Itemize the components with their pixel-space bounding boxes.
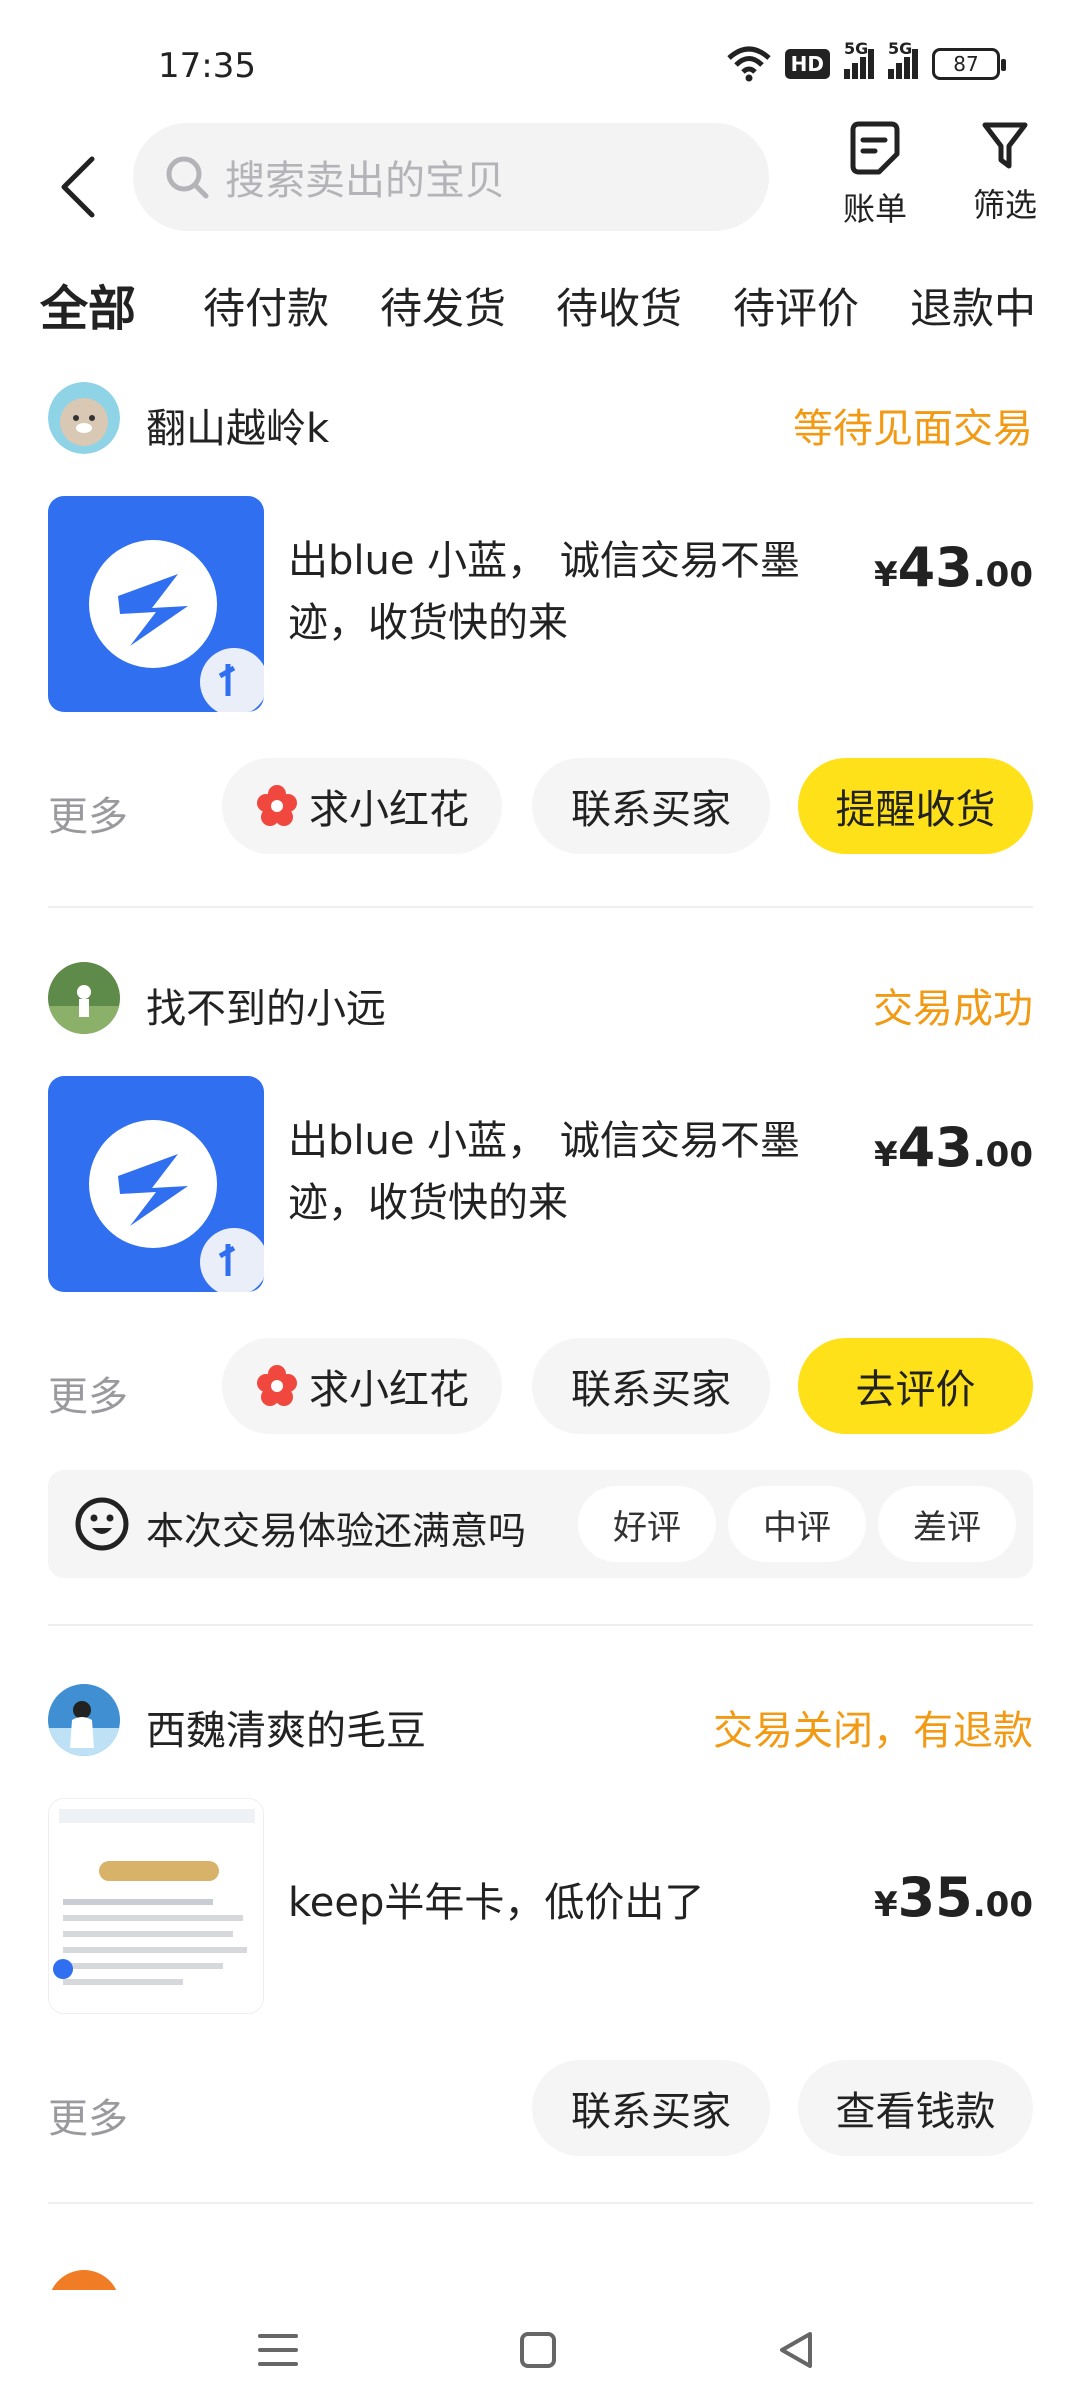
recent-apps-button[interactable]	[238, 2310, 318, 2390]
buyer-name[interactable]: 翻山越岭k	[146, 396, 329, 454]
bill-button[interactable]: 账单	[820, 120, 930, 240]
order-status: 交易关闭，有退款	[713, 1708, 1033, 1754]
battery-icon: 87	[932, 48, 1006, 80]
buyer-name[interactable]: 西魏清爽的毛豆	[146, 1698, 426, 1756]
status-time: 17:35	[158, 46, 256, 86]
order-status: 等待见面交易	[793, 406, 1033, 452]
back-button[interactable]	[48, 142, 108, 232]
divider	[48, 2202, 1033, 2204]
flower-icon	[255, 784, 299, 828]
system-nav-bar	[0, 2290, 1080, 2400]
order-actions: 更多 联系买家 查看钱款	[48, 2060, 1033, 2160]
rating-question: 本次交易体验还满意吗	[146, 1509, 527, 1553]
bill-icon	[850, 121, 900, 175]
filter-icon	[982, 122, 1028, 169]
item-price: ¥43.00	[873, 1116, 1033, 1179]
item-image[interactable]	[48, 1076, 264, 1292]
more-button[interactable]: 更多	[48, 1364, 128, 1422]
order-actions: 更多 求小红花 联系买家 提醒收货	[48, 758, 1033, 858]
bill-label: 账单	[842, 190, 907, 228]
filter-label: 筛选	[972, 186, 1037, 224]
flower-icon	[255, 1364, 299, 1408]
search-icon	[166, 156, 209, 199]
remind-receipt-button[interactable]: 提醒收货	[798, 758, 1033, 854]
header: 搜索卖出的宝贝 账单 筛选	[0, 120, 1080, 250]
item-price: ¥43.00	[873, 536, 1033, 599]
write-review-button[interactable]: 去评价	[798, 1338, 1033, 1434]
ask-flower-button[interactable]: 求小红花	[222, 1338, 502, 1434]
signal-2-icon: 5G	[888, 39, 918, 79]
item-price: ¥35.00	[873, 1866, 1033, 1929]
rate-good-button[interactable]: 好评	[578, 1486, 716, 1562]
avatar[interactable]	[48, 382, 120, 454]
item-image[interactable]	[48, 496, 264, 712]
contact-buyer-button[interactable]: 联系买家	[532, 2060, 770, 2156]
item-image[interactable]	[48, 1798, 264, 2014]
menu-icon	[258, 2334, 298, 2366]
order-actions: 更多 求小红花 联系买家 去评价	[48, 1338, 1033, 1438]
rating-prompt: 本次交易体验还满意吗 好评 中评 差评	[48, 1470, 1033, 1578]
view-payment-button[interactable]: 查看钱款	[798, 2060, 1033, 2156]
order-status: 交易成功	[873, 986, 1033, 1032]
divider	[48, 906, 1033, 908]
rate-bad-button[interactable]: 差评	[878, 1486, 1016, 1562]
tab-pending-shipment[interactable]: 待发货	[380, 275, 506, 336]
avatar[interactable]	[48, 962, 120, 1034]
rate-mid-button[interactable]: 中评	[728, 1486, 866, 1562]
hd-badge: HD	[784, 49, 830, 79]
ask-flower-button[interactable]: 求小红花	[222, 758, 502, 854]
search-input[interactable]: 搜索卖出的宝贝	[133, 123, 769, 231]
order-header: 西魏清爽的毛豆 交易关闭，有退款	[48, 1680, 1033, 1760]
avatar[interactable]	[48, 1684, 120, 1756]
tab-refunding[interactable]: 退款中	[910, 275, 1036, 336]
more-button[interactable]: 更多	[48, 784, 128, 842]
item-title[interactable]: 出blue 小蓝， 诚信交易不墨迹，收货快的来	[288, 530, 848, 654]
item-title[interactable]: 出blue 小蓝， 诚信交易不墨迹，收货快的来	[288, 1110, 848, 1234]
contact-buyer-button[interactable]: 联系买家	[532, 1338, 770, 1434]
divider	[48, 1624, 1033, 1626]
order-header: 找不到的小远 交易成功	[48, 958, 1033, 1038]
home-button[interactable]	[498, 2310, 578, 2390]
back-icon	[61, 156, 95, 218]
search-placeholder: 搜索卖出的宝贝	[225, 158, 505, 204]
tab-pending-review[interactable]: 待评价	[733, 275, 859, 336]
wifi-icon	[726, 46, 771, 82]
tab-pending-payment[interactable]: 待付款	[203, 275, 329, 336]
order-header: 翻山越岭k 等待见面交易	[48, 378, 1033, 458]
smile-face-icon	[74, 1496, 130, 1556]
item-title[interactable]: keep半年卡，低价出了	[288, 1872, 848, 1934]
status-icons: HD 5G 5G 87	[726, 39, 1006, 82]
contact-buyer-button[interactable]: 联系买家	[532, 758, 770, 854]
signal-1-icon: 5G	[844, 39, 874, 79]
status-bar: 17:35 HD 5G 5G 87	[0, 0, 1080, 120]
filter-button[interactable]: 筛选	[950, 120, 1060, 240]
home-icon	[520, 2332, 556, 2368]
system-back-button[interactable]	[756, 2310, 836, 2390]
buyer-name[interactable]: 找不到的小远	[146, 976, 386, 1034]
more-button[interactable]: 更多	[48, 2086, 128, 2144]
order-tabs: 全部 待付款 待发货 待收货 待评价 退款中	[0, 265, 1080, 345]
back-triangle-icon	[780, 2332, 812, 2368]
tab-all[interactable]: 全部	[34, 269, 143, 339]
tab-pending-receipt[interactable]: 待收货	[556, 275, 682, 336]
